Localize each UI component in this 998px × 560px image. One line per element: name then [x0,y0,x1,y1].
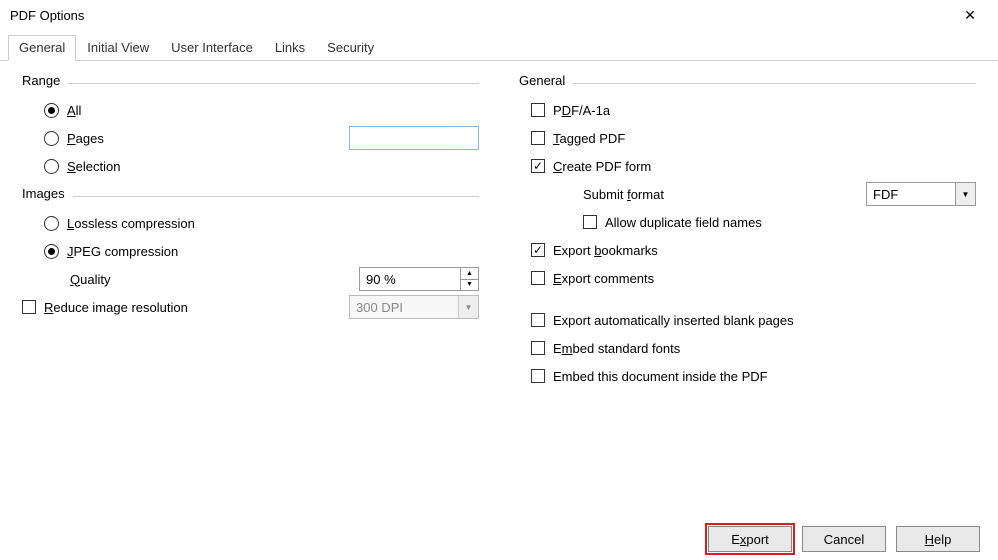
tab-links[interactable]: Links [264,35,316,61]
chk-export-bookmarks[interactable] [531,243,545,257]
radio-selection[interactable] [44,159,59,174]
quality-stepper[interactable]: 90 % ▲▼ [359,267,479,291]
radio-lossless[interactable] [44,216,59,231]
pages-input[interactable] [349,126,479,150]
general-header: General [519,73,565,88]
export-bookmarks-label: Export bookmarks [553,243,658,258]
radio-selection-label: Selection [67,159,120,174]
radio-all-label: All [67,103,81,118]
chk-allow-dup[interactable] [583,215,597,229]
close-icon[interactable]: ✕ [950,3,990,27]
quality-value[interactable]: 90 % [360,268,460,290]
pdfa-label: PDF/A-1a [553,103,610,118]
submit-format-value: FDF [867,183,955,205]
tab-user-interface[interactable]: User Interface [160,35,264,61]
radio-jpeg[interactable] [44,244,59,259]
tab-security[interactable]: Security [316,35,385,61]
submit-format-label: Submit format [583,187,858,202]
help-button[interactable]: Help [896,526,980,552]
tab-strip: General Initial View User Interface Link… [0,34,998,61]
dpi-combo: 300 DPI ▼ [349,295,479,319]
chk-reduce-resolution[interactable] [22,300,36,314]
quality-down[interactable]: ▼ [461,280,478,291]
blank-pages-label: Export automatically inserted blank page… [553,313,794,328]
chk-blank-pages[interactable] [531,313,545,327]
quality-up[interactable]: ▲ [461,268,478,280]
tab-initial-view[interactable]: Initial View [76,35,160,61]
chk-embed-doc[interactable] [531,369,545,383]
reduce-resolution-label: Reduce image resolution [44,300,341,315]
chk-create-form[interactable] [531,159,545,173]
embed-doc-label: Embed this document inside the PDF [553,369,768,384]
radio-pages-label: Pages [67,131,247,146]
chk-export-comments[interactable] [531,271,545,285]
chk-pdfa[interactable] [531,103,545,117]
radio-pages[interactable] [44,131,59,146]
export-button[interactable]: Export [708,526,792,552]
window-title: PDF Options [10,8,84,23]
submit-format-combo[interactable]: FDF ▼ [866,182,976,206]
chevron-down-icon: ▼ [458,296,478,318]
quality-label: Quality [70,272,220,287]
cancel-button[interactable]: Cancel [802,526,886,552]
dpi-value: 300 DPI [350,296,458,318]
allow-dup-label: Allow duplicate field names [605,215,762,230]
images-header: Images [22,186,65,201]
tagged-label: Tagged PDF [553,131,625,146]
embed-fonts-label: Embed standard fonts [553,341,680,356]
create-form-label: Create PDF form [553,159,651,174]
chk-tagged[interactable] [531,131,545,145]
export-comments-label: Export comments [553,271,654,286]
chevron-down-icon[interactable]: ▼ [955,183,975,205]
chk-embed-fonts[interactable] [531,341,545,355]
tab-general[interactable]: General [8,35,76,61]
radio-all[interactable] [44,103,59,118]
radio-lossless-label: Lossless compression [67,216,195,231]
range-header: Range [22,73,60,88]
radio-jpeg-label: JPEG compression [67,244,178,259]
